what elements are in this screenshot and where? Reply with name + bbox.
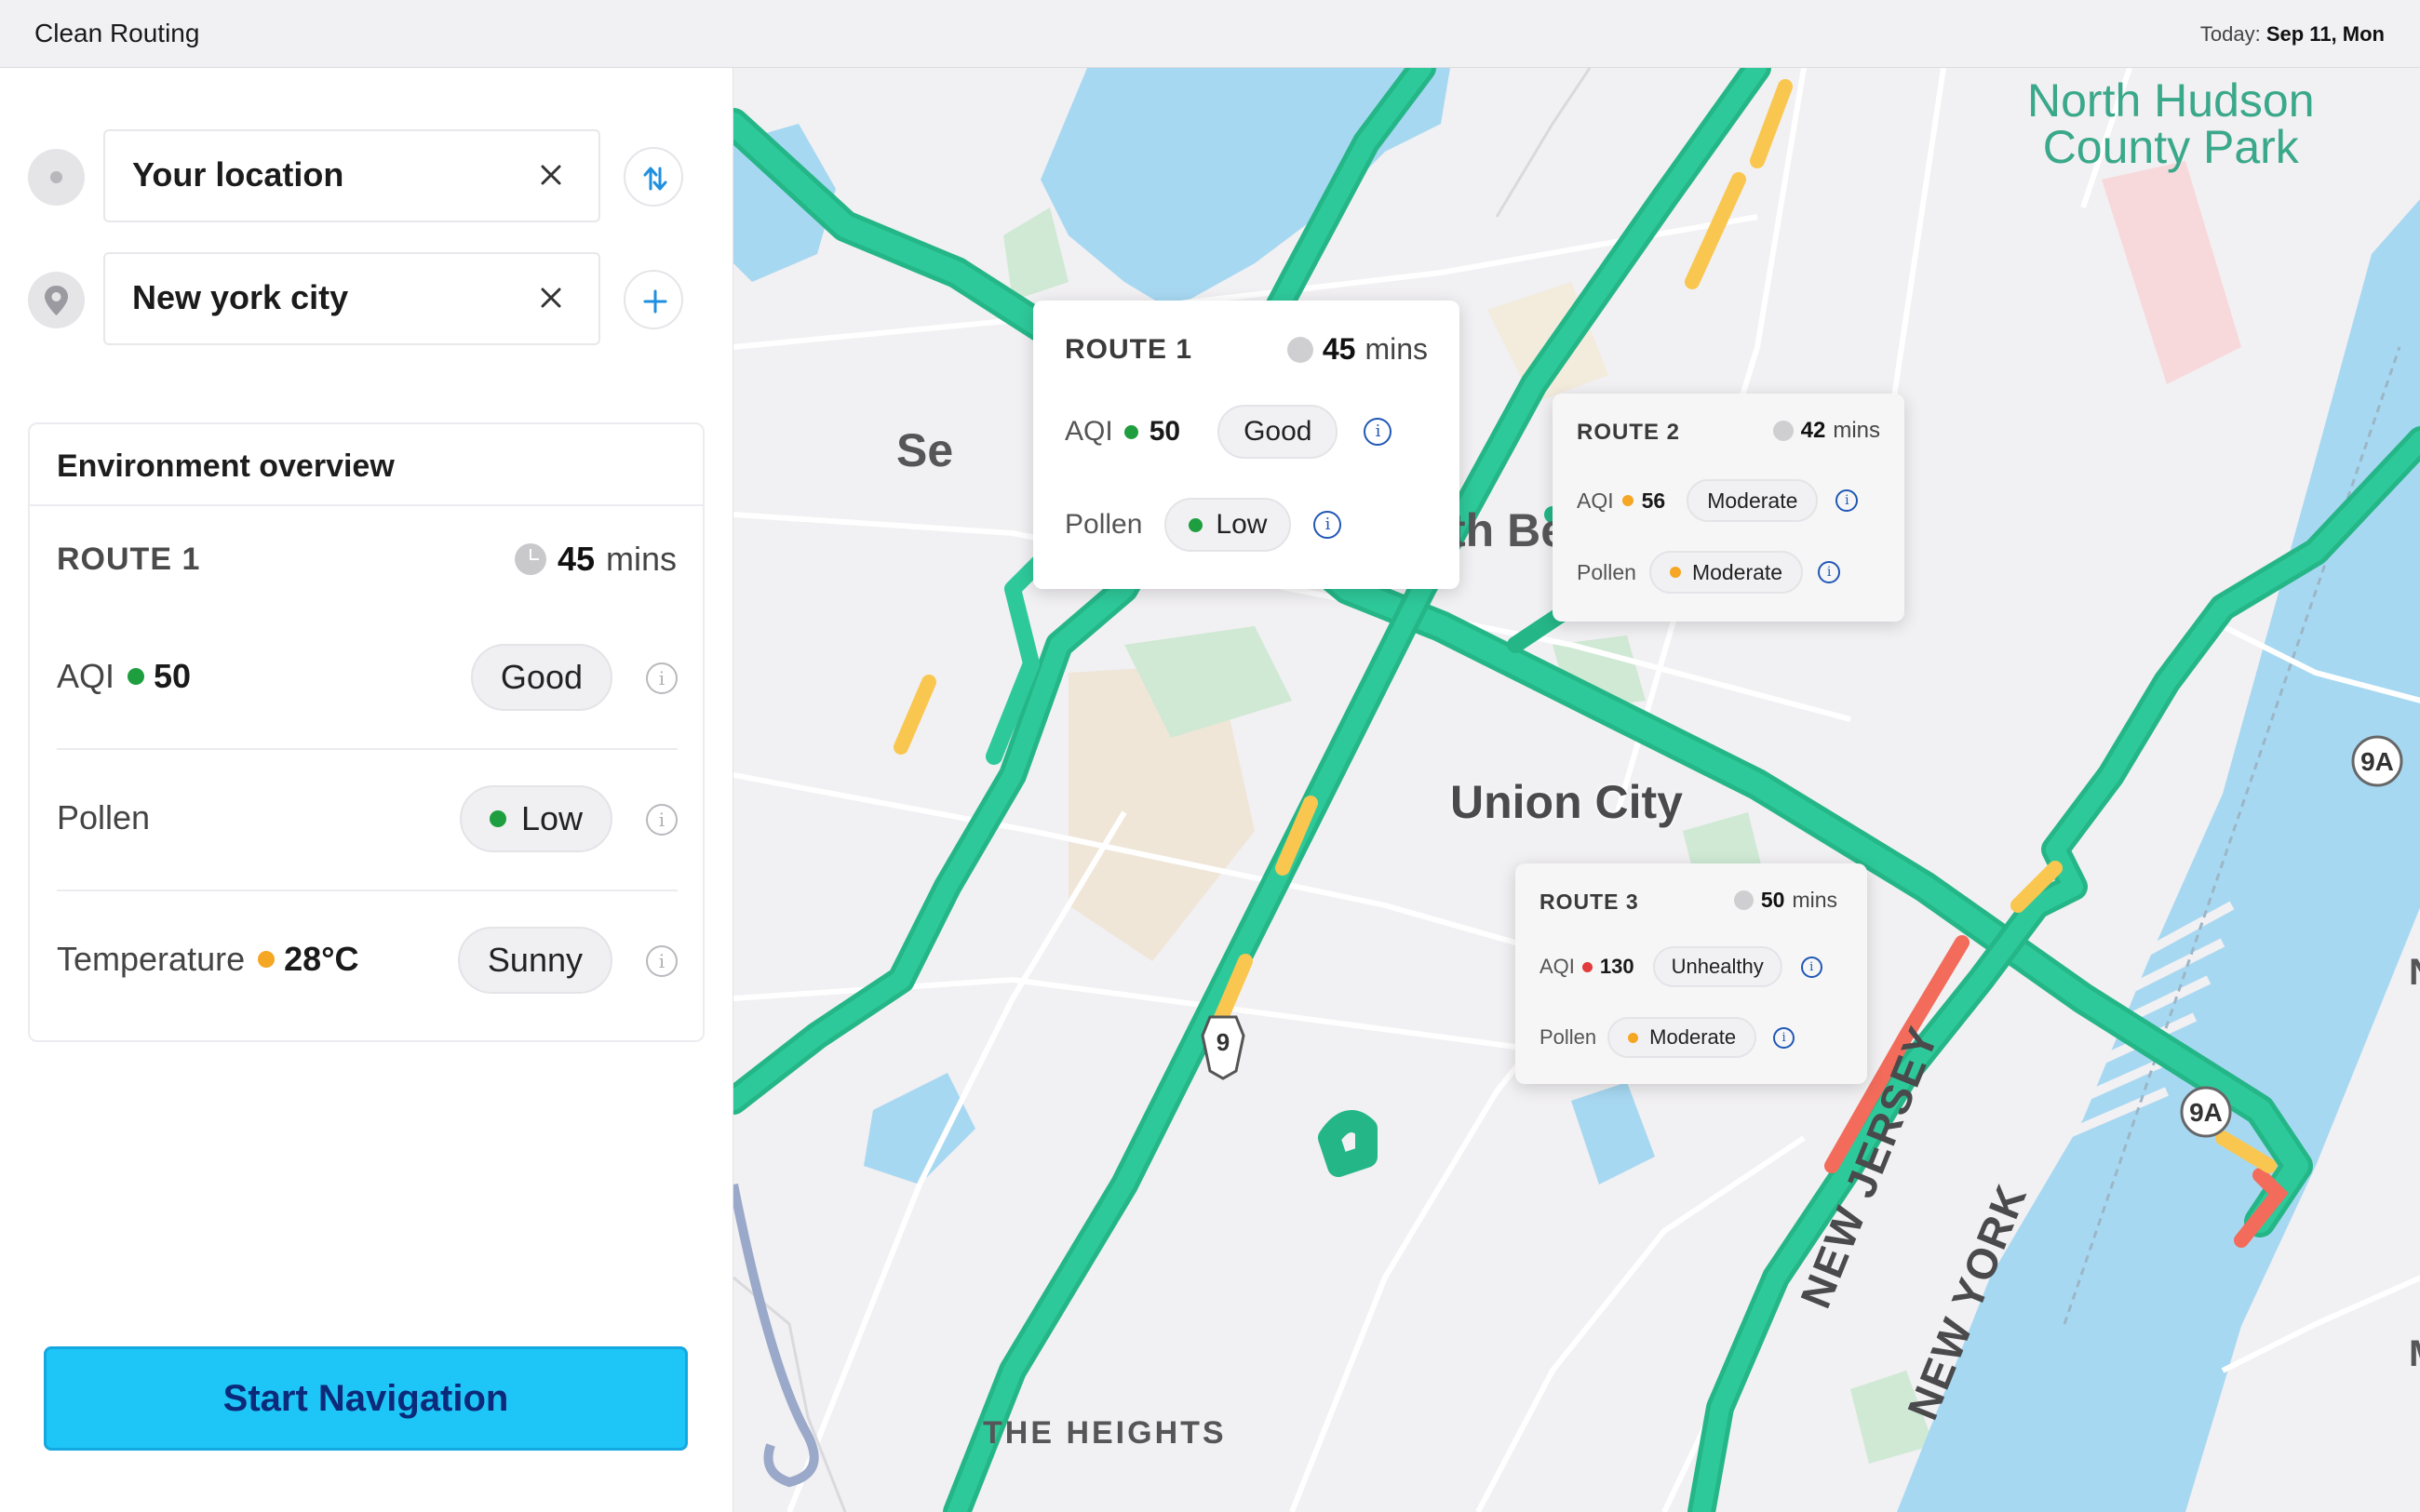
info-icon[interactable]: i (1364, 418, 1392, 446)
route-2-pollen-row: Pollen Moderate i (1577, 551, 1841, 594)
clock-icon (1772, 421, 1794, 441)
route-9a-label: 9A (2189, 1098, 2223, 1127)
pollen-info-icon[interactable]: i (646, 804, 678, 836)
clock-icon (1733, 890, 1754, 910)
origin-field[interactable]: Your location (103, 129, 600, 222)
environment-title: Environment overview (57, 448, 395, 484)
route-3-card[interactable]: ROUTE 3 50 mins AQI 130 Unhealthy i Poll… (1515, 863, 1867, 1084)
info-icon[interactable]: i (1835, 489, 1859, 512)
route-9a-label: 9A (2360, 747, 2394, 776)
union-city-label: Union City (1450, 776, 1683, 828)
info-icon[interactable]: i (1773, 1026, 1795, 1049)
environment-overview-card: Environment overview ROUTE 1 45 mins AQI… (28, 422, 705, 1042)
water-body (864, 1073, 975, 1184)
aqi-badge: Good (470, 644, 612, 711)
route-2-name: ROUTE 2 (1577, 420, 1681, 445)
route-1-aqi-dot (1123, 424, 1138, 439)
temperature-value: 28°C (284, 940, 359, 978)
route-1-pollen-row: Pollen Low i (1065, 498, 1342, 552)
add-stop-button[interactable] (624, 270, 683, 329)
environment-header: Environment overview (30, 424, 703, 506)
north-bergen-partial-label: th Be (1450, 504, 1566, 556)
route-1-pollen-badge: Low (1164, 498, 1292, 552)
info-icon[interactable]: i (1313, 511, 1342, 539)
route-3-time: 50 mins (1733, 888, 1837, 913)
swap-button[interactable] (624, 147, 683, 207)
current-location-icon (28, 149, 85, 206)
clear-destination-icon[interactable] (537, 284, 565, 312)
route-2-time: 42 mins (1772, 418, 1880, 444)
aqi-info-icon[interactable]: i (646, 662, 678, 694)
temperature-info-icon[interactable]: i (646, 945, 678, 977)
route-3-pollen-row: Pollen Moderate i (1539, 1017, 1795, 1058)
pollen-label: Pollen (57, 798, 151, 836)
route-3-aqi-badge: Unhealthy (1652, 946, 1782, 987)
map-pin-icon (28, 272, 85, 328)
route-1-time: 45 mins (1286, 332, 1428, 367)
info-icon[interactable]: i (1800, 956, 1822, 978)
route-2-aqi-row: AQI 56 Moderate i (1577, 479, 1859, 522)
route-2-card[interactable]: ROUTE 2 42 mins AQI 56 Moderate i Pollen… (1553, 394, 1904, 622)
sidebar: Your location New york city Environment … (0, 68, 733, 1512)
temperature-status-dot (258, 951, 276, 968)
origin-value: Your location (132, 155, 344, 194)
app-bar: Clean Routing Today: Sep 11, Mon (0, 0, 2420, 68)
temperature-label: Temperature (57, 940, 246, 978)
route-2-aqi-badge: Moderate (1687, 479, 1819, 522)
edge-label: N (2409, 952, 2420, 994)
clear-origin-icon[interactable] (537, 161, 565, 189)
pollen-row: Pollen Low i (57, 752, 678, 891)
environment-route-time: 45 mins (514, 540, 677, 579)
ramp-road (733, 1184, 819, 1488)
route-2-pollen-badge: Moderate (1648, 551, 1804, 594)
park-area (1003, 207, 1069, 301)
today-value: Sep 11, Mon (2265, 22, 2385, 46)
today-date: Today: Sep 11, Mon (2200, 22, 2385, 47)
route-3-pollen-badge: Moderate (1607, 1017, 1757, 1058)
environment-time-value: 45 (557, 540, 595, 578)
weather-badge: Sunny (457, 927, 612, 994)
map-view[interactable]: North Hudson County Park Union City THE … (733, 68, 2420, 1512)
aqi-value: 50 (154, 657, 192, 695)
destination-value: New york city (132, 278, 349, 316)
info-icon[interactable]: i (1818, 561, 1841, 583)
start-navigation-button[interactable]: Start Navigation (44, 1346, 688, 1451)
aqi-status-dot (128, 668, 145, 685)
route-1-aqi-row: AQI 50 Good i (1065, 405, 1392, 459)
route-1-name: ROUTE 1 (1065, 334, 1193, 365)
pollen-status-dot (489, 810, 506, 827)
temperature-row: Temperature 28°C Sunny i (57, 893, 678, 1033)
clock-icon (1286, 336, 1313, 363)
route-1-card[interactable]: ROUTE 1 45 mins AQI 50 Good i Pollen Low… (1033, 301, 1459, 589)
route-9-shield-label: 9 (1216, 1028, 1230, 1056)
north-hudson-county-park-label: North Hudson County Park (2027, 74, 2315, 173)
water-body (1571, 1082, 1655, 1184)
aqi-label: AQI (57, 657, 115, 695)
app-title: Clean Routing (34, 19, 200, 47)
land-area (2102, 161, 2241, 384)
secaucus-partial-label: Se (896, 424, 954, 476)
plus-icon (643, 289, 667, 314)
swap-icon (643, 167, 667, 191)
environment-route-name: ROUTE 1 (57, 542, 201, 577)
destination-field[interactable]: New york city (103, 252, 600, 345)
clock-icon (514, 543, 546, 575)
aqi-row: AQI 50 Good i (57, 610, 678, 750)
app-root: Clean Routing Today: Sep 11, Mon Your lo… (0, 0, 2420, 1512)
environment-time-unit: mins (605, 540, 677, 578)
edge-label: M (2409, 1333, 2420, 1375)
pollen-badge: Low (459, 785, 612, 852)
route-1-aqi-badge: Good (1217, 405, 1338, 459)
route-3-name: ROUTE 3 (1539, 890, 1639, 914)
the-heights-label: THE HEIGHTS (983, 1415, 1227, 1451)
today-label: Today: (2199, 22, 2261, 46)
route-3-aqi-row: AQI 130 Unhealthy i (1539, 946, 1822, 987)
